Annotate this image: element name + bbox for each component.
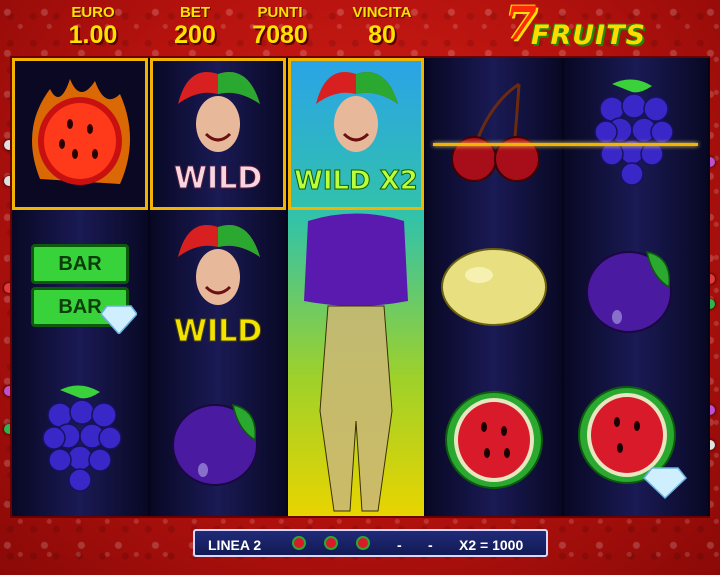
diamond-icon: [642, 467, 688, 500]
watermelon-mini-icon: [324, 536, 338, 550]
symbol-joker-wild: WILD: [150, 58, 286, 210]
joker-icon: [316, 72, 398, 152]
bet-value: 200: [174, 21, 216, 49]
symbol-flaming-watermelon: [12, 58, 148, 210]
symbol-watermelon: [426, 364, 562, 516]
reel-3: WILD X2: [288, 58, 426, 516]
win-info-bar: LINEA 2 - - X2 = 1000: [193, 529, 548, 557]
reel-5: [564, 58, 710, 516]
bar-top: BAR: [31, 244, 129, 284]
flaming-watermelon-icon: [32, 79, 130, 185]
reel-1: BAR BAR: [12, 58, 150, 516]
symbol-joker-wild: WILD: [150, 211, 286, 363]
grapes-icon: [594, 79, 674, 186]
vincita-panel: VINCITA 80: [342, 4, 422, 48]
diamond-icon: [101, 305, 137, 334]
reel-4: [426, 58, 564, 516]
euro-panel: EURO 1.00: [58, 4, 128, 48]
payline-label: LINEA 2: [208, 537, 262, 553]
plum-icon: [586, 251, 672, 333]
logo-fruits: FRUITS: [531, 20, 647, 51]
winning-payline: [433, 143, 698, 146]
joker-icon: [178, 225, 260, 305]
symbol-lemon: [426, 211, 562, 363]
wild-label: WILD: [173, 314, 263, 350]
wild-label: WILD: [173, 161, 263, 197]
symbol-grapes: [564, 58, 700, 210]
symbol-cherries: [426, 58, 562, 210]
euro-label: EURO: [71, 4, 115, 21]
watermelon-mini-icon: [292, 536, 306, 550]
vincita-value: 80: [368, 21, 396, 49]
punti-label: PUNTI: [257, 4, 303, 21]
joker-icon: [178, 72, 260, 152]
symbol-plum: [564, 211, 700, 363]
game-logo: 7 FRUITS: [505, 0, 665, 54]
empty-slot: -: [428, 537, 433, 553]
symbol-grapes: [12, 364, 148, 516]
symbol-bar-bar: BAR BAR: [12, 211, 148, 363]
lemon-icon: [441, 248, 547, 326]
win-amount: X2 = 1000: [459, 537, 524, 553]
bet-panel: BET 200: [160, 4, 230, 48]
symbol-watermelon-diamond: [564, 364, 700, 516]
joker-body-icon: [304, 213, 408, 512]
joker-body: [288, 211, 424, 516]
vincita-label: VINCITA: [352, 4, 412, 21]
cherries-icon: [451, 82, 540, 182]
plum-icon: [172, 404, 258, 486]
bet-label: BET: [180, 4, 210, 21]
punti-value: 7080: [252, 21, 308, 49]
watermelon-mini-icon: [356, 536, 370, 550]
punti-panel: PUNTI 7080: [238, 4, 322, 48]
wild-x2-label: WILD X2: [294, 166, 419, 197]
symbol-joker-wild-x2: WILD X2: [288, 58, 424, 210]
symbol-plum: [150, 364, 286, 516]
grapes-icon: [42, 385, 122, 492]
empty-slot: -: [397, 537, 402, 553]
watermelon-icon: [445, 391, 543, 489]
reel-frame: BAR BAR WILD WILD WILD X2: [12, 58, 710, 516]
watermelon-icon: [578, 386, 688, 500]
reel-2: WILD WILD: [150, 58, 288, 516]
euro-value: 1.00: [68, 21, 118, 49]
